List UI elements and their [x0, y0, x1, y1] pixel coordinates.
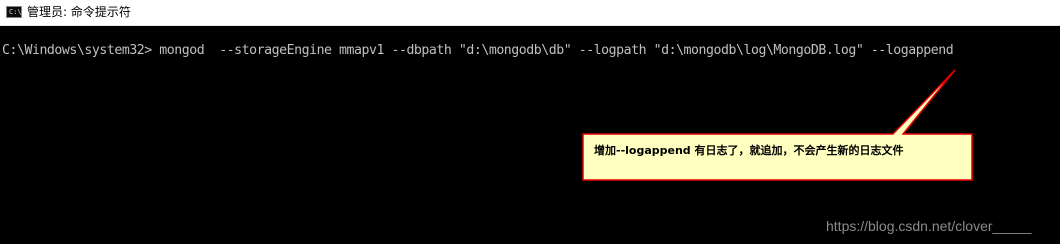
callout-text: 增加--logappend 有日志了，就追加，不会产生新的日志文件: [594, 144, 904, 157]
console-area[interactable]: C:\Windows\system32> mongod --storageEng…: [0, 26, 1060, 244]
command-line: C:\Windows\system32> mongod --storageEng…: [2, 43, 954, 59]
prompt: C:\Windows\system32>: [2, 43, 152, 58]
watermark: https://blog.csdn.net/clover_____: [826, 218, 1032, 234]
console-icon: C:\: [6, 6, 22, 18]
command-text: mongod --storageEngine mmapv1 --dbpath "…: [151, 43, 954, 58]
window-title: 管理员: 命令提示符: [27, 5, 131, 19]
title-bar: C:\ 管理员: 命令提示符: [0, 0, 1060, 26]
console-icon-glyph: C:\: [9, 8, 22, 16]
